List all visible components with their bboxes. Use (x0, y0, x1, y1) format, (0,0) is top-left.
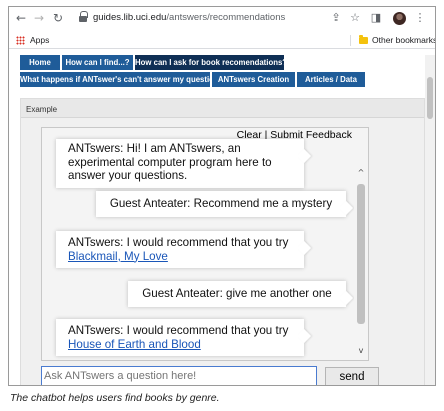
example-label: Example (26, 105, 58, 114)
message-text: Guest Anteater: give me another one (142, 287, 332, 300)
apps-bookmark[interactable]: Apps (30, 35, 49, 45)
message-text: Guest Anteater: Recommend me a mystery (109, 197, 333, 210)
chat-message-bot: ANTswers: Hi! I am ANTswers, an experime… (56, 139, 304, 188)
figure-caption: The chatbot helps users find books by ge… (10, 392, 220, 404)
chat-message-user: Guest Anteater: give me another one (128, 281, 346, 307)
chat-scroll-thumb[interactable] (357, 184, 365, 324)
chat-input[interactable] (41, 366, 317, 385)
tab-articles-data[interactable]: Articles / Data (297, 72, 365, 87)
page-content: Home How can I find...? How can I ask fo… (9, 49, 435, 385)
example-header: Example (21, 99, 424, 118)
tab-how-can-i-find[interactable]: How can I find...? (62, 55, 133, 70)
page-scrollbar[interactable] (425, 55, 435, 385)
chat-message-user: Guest Anteater: Recommend me a mystery (96, 191, 346, 217)
apps-grid-icon[interactable] (16, 36, 25, 45)
star-icon[interactable]: ☆ (348, 11, 362, 25)
message-text: ANTswers: I would recommend that you try (68, 236, 289, 249)
url-path: /antswers/recommendations (166, 12, 286, 23)
chat-message-bot: ANTswers: I would recommend that you try… (56, 231, 304, 268)
reload-icon[interactable]: ↻ (50, 10, 66, 26)
tab-antswers-creation[interactable]: ANTswers Creation (212, 72, 295, 87)
tab-cant-answer[interactable]: What happens if ANTswer's can't answer m… (20, 72, 223, 87)
book-link[interactable]: House of Earth and Blood (68, 338, 201, 351)
browser-toolbar: ← → ↻ guides.lib.uci.edu/antswers/recomm… (9, 7, 435, 31)
chat-scrollbar[interactable]: ^ v (354, 128, 368, 360)
message-text: ANTswers: Hi! I am ANTswers, an experime… (68, 142, 272, 182)
page-scroll-thumb[interactable] (427, 77, 433, 119)
tab-book-recommendations[interactable]: How can I ask for book recomendations? (135, 55, 287, 70)
profile-avatar[interactable] (393, 12, 406, 25)
browser-window: ← → ↻ guides.lib.uci.edu/antswers/recomm… (8, 6, 436, 386)
back-arrow-icon[interactable]: ← (13, 10, 29, 26)
message-text: ANTswers: I would recommend that you try (68, 324, 289, 337)
forward-arrow-icon[interactable]: → (31, 10, 47, 26)
tab-home[interactable]: Home (20, 55, 60, 70)
other-bookmarks[interactable]: Other bookmarks (372, 35, 435, 45)
example-panel: Example Clear | Submit Feedback ANTswers… (20, 98, 425, 385)
sidebar-icon[interactable]: ◨ (369, 11, 383, 25)
bookmarks-divider (350, 35, 351, 46)
chevron-down-icon[interactable]: v (356, 346, 366, 356)
folder-icon (359, 35, 368, 44)
chat-window: Clear | Submit Feedback ANTswers: Hi! I … (41, 127, 369, 361)
lock-icon (79, 11, 88, 23)
more-menu-icon[interactable]: ⋮ (413, 11, 427, 25)
book-link[interactable]: Blackmail, My Love (68, 250, 168, 263)
address-bar[interactable]: guides.lib.uci.edu/antswers/recommendati… (93, 12, 285, 23)
chat-message-bot: ANTswers: I would recommend that you try… (56, 319, 304, 356)
url-host: guides.lib.uci.edu (93, 12, 167, 23)
send-button[interactable]: send (325, 367, 379, 385)
chevron-up-icon[interactable]: ^ (356, 168, 366, 178)
share-icon[interactable]: ⇪ (329, 11, 343, 25)
bookmarks-bar: Apps Other bookmarks (9, 31, 435, 49)
